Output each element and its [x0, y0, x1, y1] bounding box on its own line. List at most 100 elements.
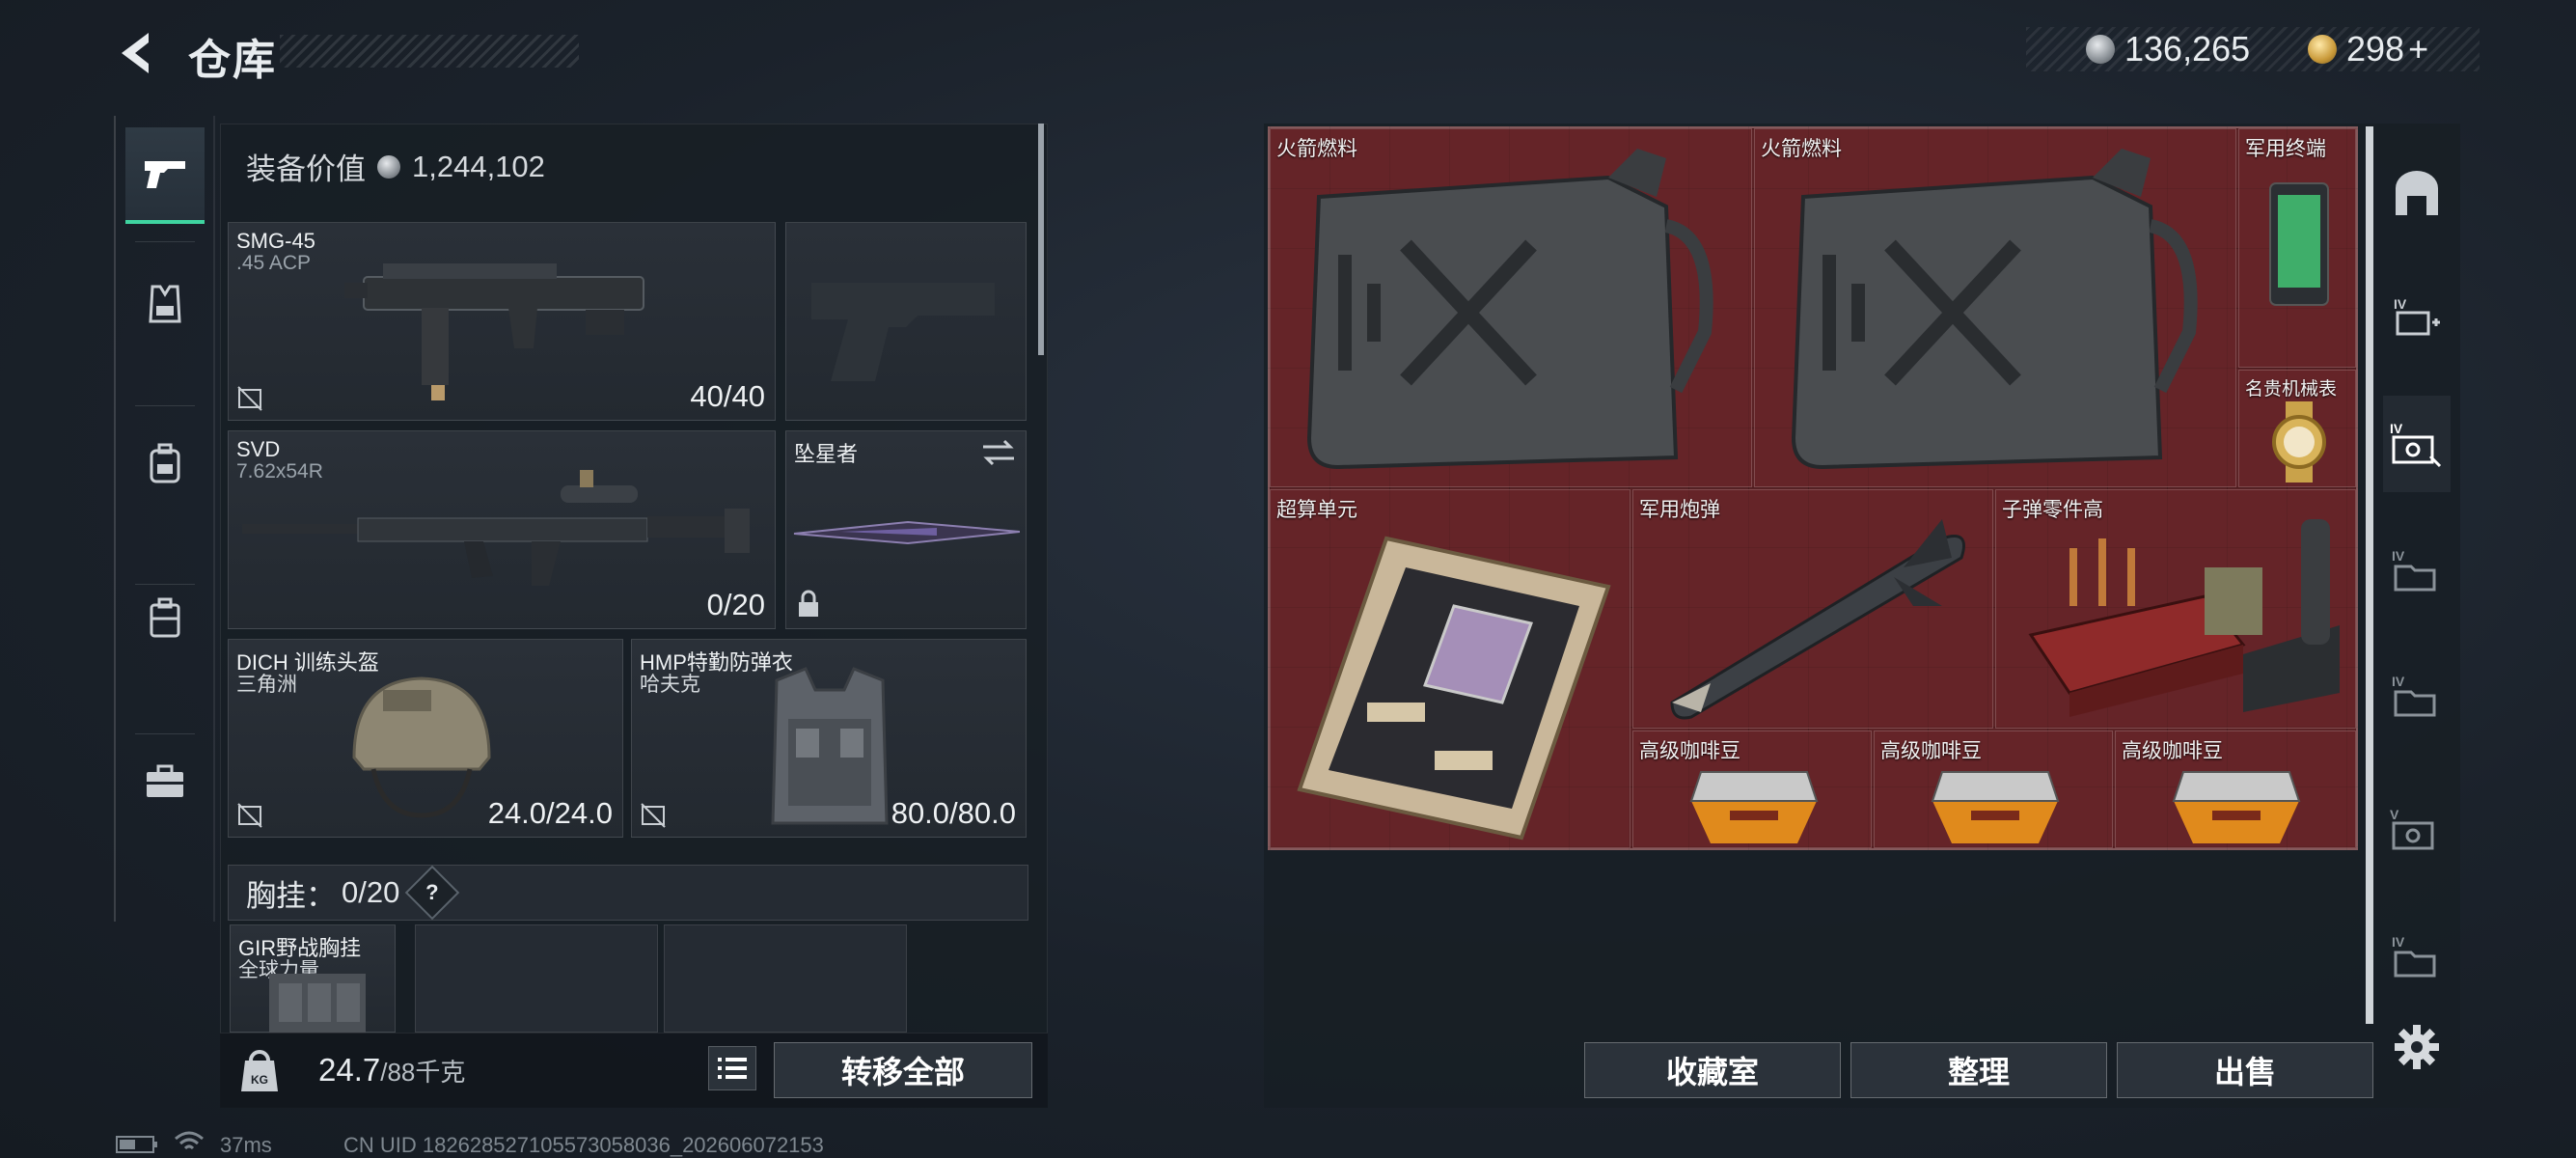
weapon-ammo: .45 ACP [236, 252, 312, 274]
back-arrow-icon [122, 33, 149, 73]
collection-room-button[interactable]: 收藏室 [1584, 1042, 1841, 1098]
lock-icon [799, 590, 818, 617]
armor-slot[interactable]: HMP特勤防弹衣 哈夫克 80.0/80.0 [631, 639, 1027, 838]
box-icon: IV [2392, 548, 2436, 592]
tab-weapons[interactable] [125, 127, 205, 224]
page-title: 仓库 [188, 37, 277, 84]
gold-amount: 298 [2346, 29, 2405, 69]
sell-button[interactable]: 出售 [2117, 1042, 2373, 1098]
fuel-can-image [1306, 149, 1713, 470]
help-button[interactable]: ? [405, 865, 460, 921]
tab-storage-box-3[interactable]: IV [2383, 907, 2451, 1004]
melee-name: 坠星者 [794, 442, 859, 466]
item-name: 高级咖啡豆 [1880, 740, 1982, 762]
loadout-scrollbar[interactable] [1038, 124, 1044, 355]
weapon-ammo-count: 0/20 [706, 588, 765, 621]
missile-image [1670, 519, 1965, 720]
case-icon: IV [2390, 421, 2442, 468]
svg-text:KG: KG [251, 1073, 268, 1087]
carry-weight: 24.7/88千克 [318, 1052, 465, 1089]
tab-backpack[interactable] [125, 415, 205, 511]
chest-rig-image [269, 974, 366, 1034]
helmet-brand: 三角洲 [236, 674, 297, 696]
tab-storage-case-2[interactable]: V [2383, 782, 2451, 878]
item-name: 名贵机械表 [2245, 379, 2338, 400]
item-name: 军用终端 [2245, 138, 2326, 160]
svg-text:IV: IV [2392, 674, 2405, 689]
tab-rig[interactable] [125, 569, 205, 666]
settings-button[interactable] [2393, 1023, 2441, 1071]
transfer-all-button[interactable]: 转移全部 [774, 1042, 1032, 1098]
box-icon: IV [2392, 934, 2436, 978]
storage-item[interactable]: 高级咖啡豆 [1632, 731, 1872, 848]
weight-icon: KG [241, 1050, 278, 1091]
warehouse-icon [2396, 171, 2438, 215]
no-insurance-icon [641, 803, 666, 828]
no-insurance-icon [237, 803, 262, 828]
tab-expand-storage[interactable]: IV [2383, 268, 2451, 365]
tab-storage-case[interactable]: IV [2383, 396, 2451, 492]
storage-item[interactable]: 高级咖啡豆 [2115, 731, 2356, 848]
storage-scrollbar[interactable] [2366, 126, 2373, 1024]
storage-item[interactable]: 军用炮弹 [1632, 489, 1993, 729]
secondary-weapon-slot[interactable]: SVD 7.62x54R 0/20 [228, 430, 776, 629]
item-name: 超算单元 [1276, 499, 1357, 521]
back-button[interactable] [114, 29, 162, 77]
sidearm-slot[interactable] [785, 222, 1027, 421]
storage-item[interactable]: 名贵机械表 [2238, 370, 2356, 487]
tab-armor[interactable] [125, 256, 205, 352]
item-name: 火箭燃料 [1761, 138, 1842, 160]
carry-weight-max: /88千克 [380, 1058, 466, 1087]
storage-item[interactable]: 火箭燃料 [1270, 128, 1752, 487]
case-icon: V [2390, 807, 2434, 850]
add-currency-button[interactable]: + [2408, 29, 2428, 69]
helmet-durability: 24.0/24.0 [487, 796, 613, 830]
box-icon: IV [2392, 674, 2436, 717]
armor-brand: 哈夫克 [640, 674, 700, 696]
storage-item[interactable]: 子弹零件高 [1995, 489, 2356, 729]
chest-rig-slot[interactable]: GIR野战胸挂 全球力量 [230, 924, 396, 1034]
pistol-placeholder-icon [811, 283, 995, 381]
title-decoration [280, 35, 579, 68]
tab-case[interactable] [125, 733, 205, 830]
add-storage-icon: IV [2394, 296, 2440, 336]
rig-pouch-2[interactable] [664, 924, 907, 1033]
body-armor-image [771, 667, 889, 825]
svg-text:V: V [2390, 807, 2399, 822]
item-name: 高级咖啡豆 [1639, 740, 1740, 762]
swap-icon[interactable] [981, 439, 1016, 466]
tab-storage-box-2[interactable]: IV [2383, 647, 2451, 743]
carry-weight-value: 24.7 [318, 1052, 381, 1088]
primary-weapon-slot[interactable]: SMG-45 .45 ACP 40/40 [228, 222, 776, 421]
item-name: 军用炮弹 [1639, 499, 1720, 521]
organize-button[interactable]: 整理 [1850, 1042, 2107, 1098]
storage-item[interactable]: 火箭燃料 [1754, 128, 2236, 487]
uid-readout: CN UID 18262852710557305803​6_2026060721… [343, 1133, 824, 1157]
storage-item[interactable]: 高级咖啡豆 [1874, 731, 2113, 848]
svg-text:IV: IV [2392, 934, 2405, 950]
storage-item[interactable]: 超算单元 [1270, 489, 1631, 848]
chest-rig-capacity: 0/20 [342, 875, 400, 909]
tab-storage-main[interactable] [2383, 145, 2451, 241]
list-view-button[interactable] [708, 1046, 756, 1090]
computing-unit-image [1297, 536, 1611, 841]
ammo-parts-image [2028, 519, 2340, 717]
fuel-can-image [1791, 149, 2198, 470]
knife-image [793, 520, 1020, 545]
wifi-icon [175, 1131, 204, 1150]
chest-rig-label: 胸挂： [246, 878, 336, 913]
svg-text:IV: IV [2392, 548, 2405, 564]
silver-coin-icon [2086, 35, 2115, 64]
rig-pouch-1[interactable] [415, 924, 658, 1033]
melee-slot[interactable]: 坠星者 [785, 430, 1027, 629]
helmet-slot[interactable]: DICH 训练头盔 三角洲 24.0/24.0 [228, 639, 623, 838]
storage-item[interactable]: 军用终端 [2238, 128, 2356, 368]
silver-currency: 136,265 [2086, 29, 2250, 69]
weapon-ammo-count: 40/40 [690, 379, 765, 413]
tab-storage-box-1[interactable]: IV [2383, 521, 2451, 618]
item-name: 高级咖啡豆 [2122, 740, 2223, 762]
item-name: 子弹零件高 [2002, 499, 2103, 521]
armor-durability: 80.0/80.0 [891, 796, 1016, 830]
silver-amount: 136,265 [2124, 29, 2251, 69]
battery-icon [116, 1136, 157, 1153]
